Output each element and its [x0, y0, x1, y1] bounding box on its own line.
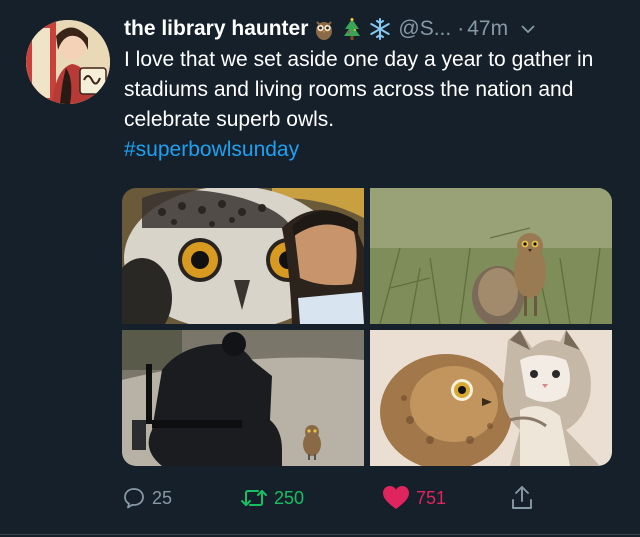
display-name[interactable]: the library haunter [124, 17, 308, 41]
reply-button[interactable]: 25 [122, 483, 172, 513]
timestamp[interactable]: 47m [467, 17, 508, 41]
avatar[interactable] [26, 20, 110, 104]
like-count: 751 [416, 487, 447, 508]
reply-icon [124, 488, 144, 509]
reply-count: 25 [152, 487, 173, 508]
police-officer-owl-photo[interactable] [122, 330, 364, 466]
share-icon [512, 486, 532, 509]
media-grid [122, 188, 612, 466]
retweet-count: 250 [274, 487, 305, 508]
tweet-actions: 25 250 751 [122, 483, 582, 513]
christmas-tree-emoji-icon [344, 18, 361, 40]
burrowing-owls-photo[interactable] [370, 188, 612, 324]
tweet-header: the library haunter @S... · 47m [124, 14, 620, 44]
owl-emoji-icon [316, 21, 333, 40]
hashtag-link[interactable]: #superbowlsunday [124, 135, 620, 165]
tweet-content: the library haunter @S... · 47m I love t… [124, 14, 620, 165]
avatar-illustration-icon [26, 20, 110, 104]
chevron-down-icon[interactable] [520, 21, 536, 37]
separator-dot: · [457, 17, 465, 40]
retweet-button[interactable]: 250 [240, 483, 304, 513]
owl-kitten-photo[interactable] [370, 330, 612, 466]
tweet-text: I love that we set aside one day a year … [124, 48, 594, 131]
retweet-icon [241, 490, 267, 506]
divider [0, 534, 640, 535]
handle[interactable]: @S... [398, 17, 451, 41]
heart-icon [383, 486, 409, 509]
like-button[interactable]: 751 [382, 483, 446, 513]
share-button[interactable] [510, 483, 540, 513]
snowy-owl-photo[interactable] [122, 188, 364, 324]
snowflake-emoji-icon [370, 18, 391, 40]
tweet[interactable]: the library haunter @S... · 47m I love t… [0, 0, 640, 537]
